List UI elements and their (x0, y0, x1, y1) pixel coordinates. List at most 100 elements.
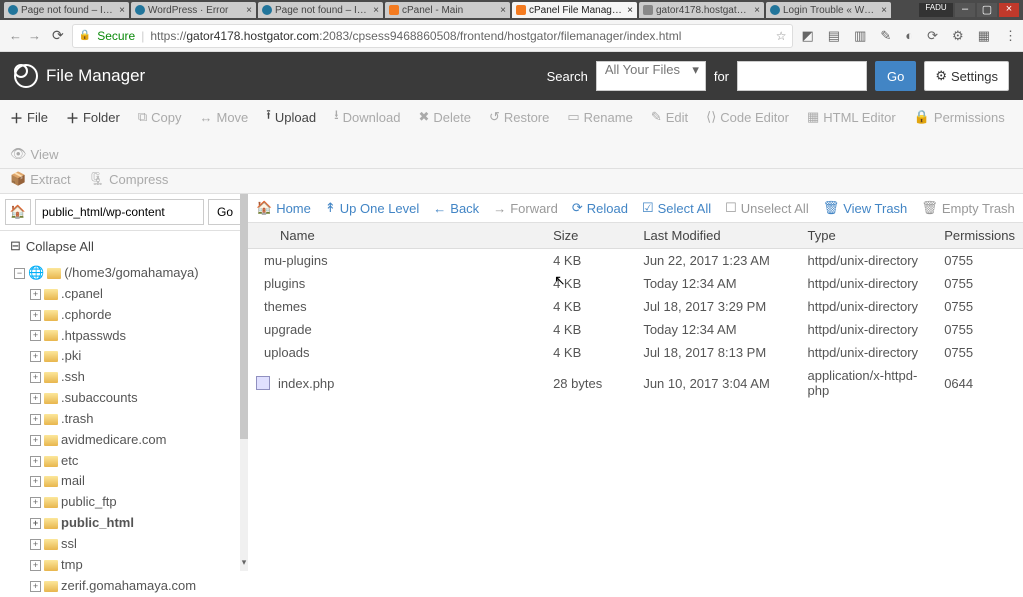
html-editor-button[interactable]: ▦ HTML Editor (807, 109, 896, 125)
tree-node[interactable]: +.ssh (30, 367, 247, 388)
copy-button[interactable]: ⧉ Copy (138, 109, 182, 125)
search-scope-select[interactable]: All Your Files (596, 61, 706, 91)
col-permissions[interactable]: Permissions (936, 223, 1023, 249)
tree-node[interactable]: +.htpasswds (30, 326, 247, 347)
delete-button[interactable]: ✖ Delete (418, 109, 470, 125)
table-row[interactable]: uploads4 KBJul 18, 2017 8:13 PMhttpd/uni… (248, 341, 1023, 364)
url-bar[interactable]: 🔒 Secure | https://gator4178.hostgator.c… (72, 24, 794, 48)
table-row[interactable]: mu-plugins4 KBJun 22, 2017 1:23 AMhttpd/… (248, 249, 1023, 273)
tree-node[interactable]: +.trash (30, 409, 247, 430)
reload-action[interactable]: ⟳ Reload (572, 200, 628, 216)
permissions-button[interactable]: 🔒 Permissions (914, 109, 1005, 125)
ext-icon[interactable]: ▥ (854, 28, 866, 44)
close-tab-icon[interactable]: × (500, 5, 506, 16)
tree-root[interactable]: −🌐(/home3/gomahamaya) (14, 263, 247, 284)
tree-node[interactable]: +mail (30, 471, 247, 492)
tree-node[interactable]: +ssl (30, 534, 247, 555)
path-go-button[interactable]: Go (208, 199, 242, 225)
browser-tab[interactable]: cPanel File Manag…× (512, 2, 637, 18)
expand-icon[interactable]: + (30, 393, 41, 404)
path-input[interactable] (35, 199, 204, 225)
extract-button[interactable]: 📦 Extract (10, 171, 71, 187)
view-button[interactable]: 👁 View (10, 146, 58, 162)
table-row[interactable]: themes4 KBJul 18, 2017 3:29 PMhttpd/unix… (248, 295, 1023, 318)
col-type[interactable]: Type (799, 223, 936, 249)
expand-icon[interactable]: + (30, 476, 41, 487)
expand-icon[interactable]: + (30, 414, 41, 425)
expand-icon[interactable]: + (30, 435, 41, 446)
close-tab-icon[interactable]: × (754, 5, 760, 16)
tree-node[interactable]: +tmp (30, 555, 247, 576)
back-arrow[interactable]: ← (9, 28, 22, 43)
close-window-button[interactable]: × (999, 3, 1019, 17)
close-tab-icon[interactable]: × (246, 5, 252, 16)
ext-icon[interactable]: ⟳ (927, 28, 938, 44)
close-tab-icon[interactable]: × (119, 5, 125, 16)
up-level-action[interactable]: ↟ Up One Level (325, 200, 419, 216)
expand-icon[interactable]: + (30, 518, 41, 529)
table-row[interactable]: plugins4 KBToday 12:34 AMhttpd/unix-dire… (248, 272, 1023, 295)
move-button[interactable]: ↔ Move (200, 110, 249, 125)
new-file-button[interactable]: ＋File (10, 108, 48, 127)
expand-icon[interactable]: + (30, 351, 41, 362)
expand-icon[interactable]: + (30, 310, 41, 321)
tree-node[interactable]: +etc (30, 451, 247, 472)
expand-icon[interactable]: + (30, 456, 41, 467)
maximize-button[interactable]: ▢ (977, 3, 997, 17)
code-editor-button[interactable]: ⟨⟩ Code Editor (706, 109, 789, 125)
tree-node[interactable]: +public_ftp (30, 492, 247, 513)
unselect-all-action[interactable]: ☐ Unselect All (725, 200, 809, 216)
back-action[interactable]: ← Back (433, 200, 479, 216)
download-button[interactable]: ⭳ Download (334, 106, 400, 128)
bookmark-star-icon[interactable]: ☆ (776, 29, 787, 43)
browser-tab[interactable]: WordPress · Error× (131, 2, 256, 18)
menu-icon[interactable]: ⋮ (1004, 28, 1017, 44)
expand-icon[interactable]: + (30, 289, 41, 300)
tree-node[interactable]: +zerif.gomahamaya.com (30, 576, 247, 597)
ext-icon[interactable]: ▤ (828, 28, 840, 44)
home-path-button[interactable]: 🏠 (5, 199, 31, 225)
search-go-button[interactable]: Go (875, 61, 916, 91)
expand-icon[interactable]: + (30, 330, 41, 341)
expand-icon[interactable]: + (30, 560, 41, 571)
tree-node[interactable]: +.cpanel (30, 284, 247, 305)
home-action[interactable]: 🏠 Home (256, 200, 311, 216)
col-size[interactable]: Size (545, 223, 635, 249)
restore-button[interactable]: ↺ Restore (489, 109, 549, 125)
edit-button[interactable]: ✎ Edit (651, 109, 688, 125)
expand-icon[interactable]: + (30, 581, 41, 592)
empty-trash-action[interactable]: 🗑 Empty Trash (921, 200, 1014, 216)
browser-tab[interactable]: cPanel - Main× (385, 2, 510, 18)
reload-icon[interactable]: ⟳ (52, 27, 64, 44)
ext-icon[interactable]: ◐ (905, 28, 913, 44)
search-input[interactable] (737, 61, 867, 91)
rename-button[interactable]: ▭ Rename (567, 109, 632, 125)
browser-tab[interactable]: Page not found – I…× (4, 2, 129, 18)
tree-node[interactable]: +.pki (30, 346, 247, 367)
upload-button[interactable]: ⭱ Upload (266, 106, 316, 128)
tree-node[interactable]: +avidmedicare.com (30, 430, 247, 451)
expand-icon[interactable]: + (30, 497, 41, 508)
minimize-button[interactable]: – (955, 3, 975, 17)
browser-tab[interactable]: Page not found – I…× (258, 2, 383, 18)
expand-icon[interactable]: + (30, 539, 41, 550)
vertical-scrollbar[interactable]: ▾ (240, 194, 248, 571)
expand-icon[interactable]: + (30, 372, 41, 383)
col-modified[interactable]: Last Modified (635, 223, 799, 249)
table-row[interactable]: upgrade4 KBToday 12:34 AMhttpd/unix-dire… (248, 318, 1023, 341)
close-tab-icon[interactable]: × (627, 5, 633, 16)
select-all-action[interactable]: ☑ Select All (642, 200, 711, 216)
close-tab-icon[interactable]: × (881, 5, 887, 16)
forward-arrow[interactable]: → (28, 28, 41, 43)
compress-button[interactable]: 🗜 Compress (89, 171, 169, 187)
ext-icon[interactable]: ◩ (801, 28, 813, 44)
ext-icon[interactable]: ⚙ (952, 28, 964, 44)
ext-icon[interactable]: ✎ (880, 28, 891, 44)
browser-tab[interactable]: Login Trouble « W…× (766, 2, 891, 18)
tree-node[interactable]: +.subaccounts (30, 388, 247, 409)
view-trash-action[interactable]: 🗑 View Trash (823, 200, 908, 216)
col-name[interactable]: Name (248, 223, 545, 249)
settings-button[interactable]: ⚙Settings (924, 61, 1009, 91)
browser-tab[interactable]: gator4178.hostgat…× (639, 2, 764, 18)
collapse-all-button[interactable]: ⊟Collapse All (0, 231, 247, 261)
